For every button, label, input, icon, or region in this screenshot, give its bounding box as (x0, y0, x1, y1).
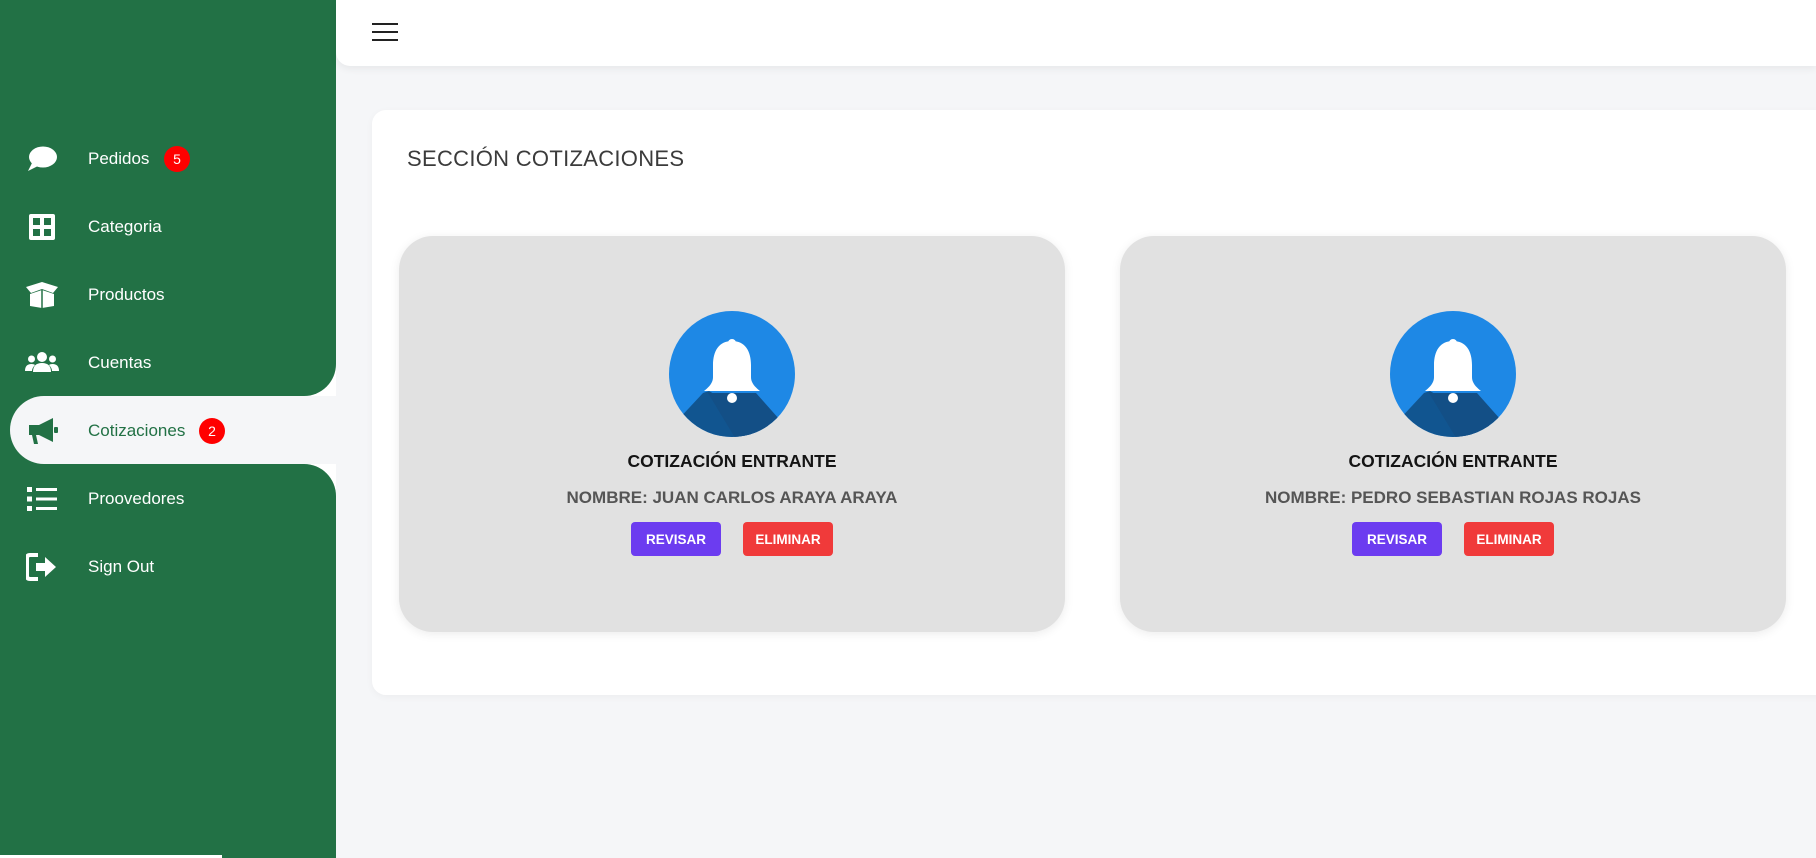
notification-badge: 2 (199, 418, 225, 444)
sidebar-item-label: Sign Out (88, 557, 155, 576)
sidebar-nav: Pedidos 5 Categoria Productos Cuentas Co… (0, 125, 336, 601)
delete-button[interactable]: ELIMINAR (743, 522, 833, 556)
page-title: SECCIÓN COTIZACIONES (407, 146, 685, 171)
menu-toggle-icon[interactable] (372, 21, 400, 45)
quote-card-actions: REVISAR ELIMINAR (399, 522, 1065, 556)
review-button[interactable]: REVISAR (631, 522, 721, 556)
list-icon (24, 484, 60, 514)
sidebar-item-label: Pedidos (88, 149, 150, 168)
quote-card-actions: REVISAR ELIMINAR (1120, 522, 1786, 556)
sidebar-item-label: Proovedores (88, 489, 185, 508)
quote-card-title: COTIZACIÓN ENTRANTE (1348, 451, 1558, 471)
sidebar-item-proovedores[interactable]: Proovedores (0, 465, 336, 533)
notification-badge: 5 (164, 146, 190, 172)
sidebar: Pedidos 5 Categoria Productos Cuentas Co… (0, 0, 336, 858)
quote-card-name: NOMBRE: JUAN CARLOS ARAYA ARAYA (566, 488, 898, 507)
sidebar-item-productos[interactable]: Productos (0, 261, 336, 329)
sidebar-item-label: Categoria (88, 217, 162, 236)
box-icon (24, 280, 60, 310)
sidebar-item-label: Cotizaciones (88, 421, 186, 440)
bell-icon (669, 311, 795, 437)
chat-bubble-icon (24, 144, 60, 174)
quote-card: COTIZACIÓN ENTRANTE NOMBRE: PEDRO SEBAST… (1120, 236, 1786, 632)
grid-icon (24, 212, 60, 242)
sidebar-item-cuentas[interactable]: Cuentas (0, 329, 336, 397)
users-icon (24, 348, 60, 378)
quotes-section: SECCIÓN COTIZACIONES COTIZACIÓN ENTRANTE… (372, 110, 1816, 695)
quote-card: COTIZACIÓN ENTRANTE NOMBRE: JUAN CARLOS … (399, 236, 1065, 632)
sidebar-item-categoria[interactable]: Categoria (0, 193, 336, 261)
review-button[interactable]: REVISAR (1352, 522, 1442, 556)
top-bar (336, 0, 1816, 66)
megaphone-icon (24, 416, 60, 446)
quote-card-title: COTIZACIÓN ENTRANTE (627, 451, 837, 471)
sidebar-item-cotizaciones[interactable]: Cotizaciones 2 (0, 397, 336, 465)
delete-button[interactable]: ELIMINAR (1464, 522, 1554, 556)
bell-icon (1390, 311, 1516, 437)
sidebar-item-label: Productos (88, 285, 165, 304)
sign-out-icon (24, 552, 60, 582)
sidebar-item-pedidos[interactable]: Pedidos 5 (0, 125, 336, 193)
sidebar-item-sign-out[interactable]: Sign Out (0, 533, 336, 601)
quote-card-name: NOMBRE: PEDRO SEBASTIAN ROJAS ROJAS (1265, 488, 1641, 507)
sidebar-item-label: Cuentas (88, 353, 152, 372)
